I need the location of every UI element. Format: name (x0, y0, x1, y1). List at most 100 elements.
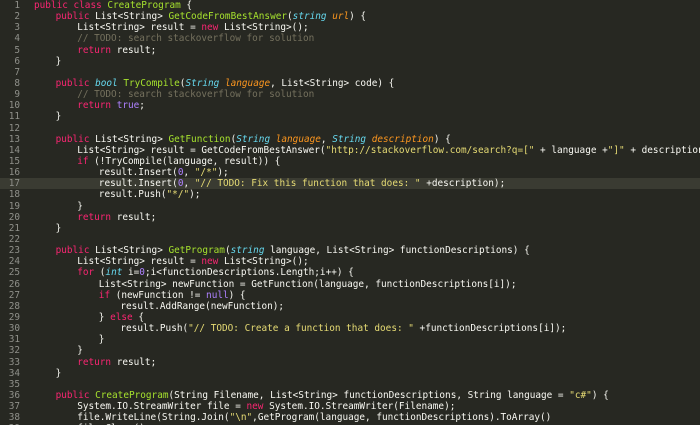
code-token: result.AddRange(newFunction); (120, 300, 285, 312)
code-line[interactable]: 29} else { (0, 312, 700, 323)
code-token: public (55, 133, 96, 145)
code-line[interactable]: 16 result.Insert(0, "/*"); (0, 167, 700, 178)
code-line[interactable]: 21} (0, 223, 700, 234)
line-number: 35 (8, 378, 20, 390)
line-number: 5 (14, 44, 20, 56)
code-token: } (77, 345, 83, 357)
code-line[interactable]: 1 public class CreateProgram { (0, 0, 700, 11)
code-token: public (55, 11, 96, 23)
code-token: return (77, 100, 117, 112)
code-token: } (55, 367, 62, 379)
line-number: 31 (8, 334, 20, 346)
line-number: 21 (8, 222, 20, 234)
line-number: 16 (8, 167, 20, 179)
code-token: ) { (591, 389, 609, 401)
line-number: 22 (8, 233, 20, 245)
code-line[interactable]: 18 result.Push("*/"); (0, 189, 700, 200)
code-token: String (236, 133, 276, 145)
code-line[interactable]: 8 public bool TryCompile(String language,… (0, 78, 700, 89)
code-line[interactable]: 14 List<String> result = GetCodeFromBestA… (0, 145, 700, 156)
code-token: ; (139, 100, 145, 112)
code-token: result; (116, 356, 157, 368)
code-line[interactable]: 36 public CreateProgram(String Filename, … (0, 390, 700, 401)
code-token: string (292, 11, 333, 23)
code-line[interactable]: 17 result.Insert(0, "// TODO: Fix this fu… (0, 178, 700, 190)
code-token: } (77, 200, 83, 212)
code-token: public (55, 77, 96, 89)
line-number: 18 (8, 189, 20, 201)
code-token: List<String> (95, 245, 169, 257)
code-token: new (201, 256, 224, 268)
line-number: 15 (8, 155, 20, 167)
code-token: if (98, 289, 116, 301)
code-line[interactable]: 28 result.AddRange(newFunction); (0, 301, 700, 312)
code-line[interactable]: 7 (0, 67, 700, 78)
code-area[interactable]: 1 public class CreateProgram {2 public Lis… (0, 0, 700, 425)
code-line[interactable]: 9 // TODO: search stackoverflow for solut… (0, 89, 700, 100)
code-line[interactable]: 30 result.Push("// TODO: Create a functio… (0, 323, 700, 334)
code-token: +functionDescriptions[i]); (413, 323, 567, 335)
line-number: 29 (8, 311, 20, 323)
code-token: ); (217, 167, 229, 179)
line-number: 28 (8, 300, 20, 312)
line-number: 23 (8, 245, 20, 257)
code-token: GetProgram (168, 245, 225, 257)
code-line[interactable]: 13 public List<String> GetFunction(String… (0, 134, 700, 145)
code-line[interactable]: 19} (0, 201, 700, 212)
code-line[interactable]: 12 (0, 123, 700, 134)
code-line[interactable]: 2 public List<String> GetCodeFromBestAnsw… (0, 11, 700, 22)
code-line[interactable]: 26 List<String> newFunction = GetFunction… (0, 279, 700, 290)
code-token: return (77, 44, 117, 56)
line-number: 13 (8, 133, 20, 145)
code-token: result.Push( (98, 189, 167, 201)
code-line[interactable]: 15 if (!TryCompile(language, result)) { (0, 156, 700, 167)
line-number: 30 (8, 323, 20, 335)
code-token: } (55, 222, 62, 234)
code-line[interactable]: 35 (0, 379, 700, 390)
code-line[interactable]: 33 return result; (0, 357, 700, 368)
line-number: 2 (14, 11, 20, 23)
code-token: , (320, 133, 333, 145)
code-token: string (230, 245, 271, 257)
code-token: System.IO.StreamWriter file = (77, 401, 247, 413)
code-line[interactable]: 23 public List<String> GetProgram(string … (0, 245, 700, 256)
code-line[interactable]: 25 for (int i=0;i<functionDescriptions.Le… (0, 267, 700, 278)
code-line[interactable]: 5 return result; (0, 45, 700, 56)
code-token: "c#" (569, 389, 592, 401)
code-line[interactable]: 20 return result; (0, 212, 700, 223)
line-number: 10 (8, 100, 20, 112)
code-line[interactable]: 32} (0, 345, 700, 356)
code-line[interactable]: 11} (0, 111, 700, 122)
code-token: return (77, 211, 117, 223)
code-token: (!TryCompile(language, result)) { (94, 155, 281, 167)
code-token: result.Push( (120, 323, 189, 335)
line-number: 34 (8, 367, 20, 379)
code-editor[interactable]: 1 public class CreateProgram {2 public Lis… (0, 0, 700, 425)
line-number: 32 (8, 345, 20, 357)
code-line[interactable]: 34} (0, 368, 700, 379)
code-token: return (77, 356, 117, 368)
code-line[interactable]: 24 List<String> result = new List<String>… (0, 256, 700, 267)
code-line[interactable]: 3 List<String> result = new List<String>(… (0, 22, 700, 33)
code-line[interactable]: 38 file.WriteLine(String.Join("\n",GetPro… (0, 412, 700, 423)
code-token: } (55, 55, 62, 67)
code-line[interactable]: 4 // TODO: search stackoverflow for solut… (0, 33, 700, 44)
line-number: 25 (8, 267, 20, 279)
code-token: public (55, 389, 96, 401)
code-token: , (183, 167, 195, 179)
code-token: "]" (607, 144, 625, 156)
line-number: 20 (8, 211, 20, 223)
code-line[interactable]: 22 (0, 234, 700, 245)
code-token: ;i<functionDescriptions.Length;i++) { (144, 267, 354, 279)
code-token: null (206, 289, 229, 301)
line-number: 8 (14, 77, 20, 89)
code-token: List<String> (95, 11, 169, 23)
code-line[interactable]: 37 System.IO.StreamWriter file = new Syst… (0, 401, 700, 412)
line-number: 7 (14, 66, 20, 78)
code-line[interactable]: 6} (0, 56, 700, 67)
code-token: ); (189, 189, 201, 201)
code-line[interactable]: 31} (0, 334, 700, 345)
code-token: List<String> result = GetCodeFromBestAns… (77, 144, 326, 156)
code-line[interactable]: 10 return true; (0, 100, 700, 111)
code-line[interactable]: 27 if (newFunction != null) { (0, 290, 700, 301)
